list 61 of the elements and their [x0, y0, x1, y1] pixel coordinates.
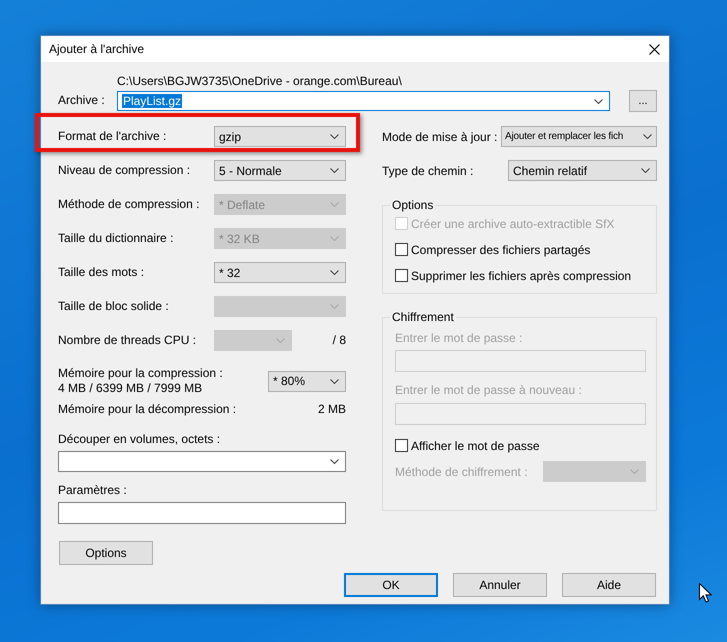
options-button[interactable]: Options — [59, 541, 153, 565]
password-field[interactable] — [395, 403, 646, 425]
group-title: Chiffrement — [391, 310, 455, 324]
dialog-button[interactable]: OK — [344, 573, 438, 597]
field-label: Découper en volumes, octets : — [58, 432, 222, 446]
chevron-icon — [330, 134, 339, 139]
checkbox-label: Supprimer les fichiers après compression — [411, 268, 632, 282]
field-label: Format de l'archive : — [58, 128, 166, 145]
dropdown[interactable]: 5 - Normale — [214, 160, 346, 181]
chevron-icon — [330, 202, 339, 207]
checkbox-label: Afficher le mot de passe — [411, 438, 540, 452]
memory-value: 2 MB — [318, 402, 346, 416]
chevron-icon — [330, 378, 339, 384]
chevron-icon — [330, 168, 339, 173]
chevron-icon — [276, 338, 285, 343]
dropdown[interactable] — [58, 451, 346, 472]
memory-values: 4 MB / 6399 MB / 7999 MB — [58, 381, 204, 396]
chevron-icon — [594, 98, 603, 104]
password-field[interactable] — [395, 350, 646, 372]
field-label: Mémoire pour la compression : — [58, 366, 223, 381]
dialog-button[interactable]: Aide — [562, 573, 656, 597]
field-label: Paramètres : — [58, 483, 128, 497]
chevron-icon — [330, 304, 339, 309]
close-icon[interactable] — [649, 44, 660, 54]
window-title: Ajouter à l'archive — [49, 42, 144, 56]
archive-path: C:\Users\BGJW3735\OneDrive - orange.com\Bureau\ — [117, 75, 403, 88]
field-label: Méthode de compression : — [58, 196, 200, 213]
chevron-icon — [641, 168, 650, 173]
chevron-icon — [630, 469, 639, 474]
dropdown[interactable]: Ajouter et remplacer les fich — [501, 126, 657, 147]
field-label: Taille du dictionnaire : — [58, 230, 174, 247]
field-label: Archive : — [58, 92, 106, 106]
field-label: Méthode de chiffrement : — [395, 464, 528, 478]
chevron-icon — [330, 459, 339, 464]
field-label: Entrer le mot de passe : — [395, 331, 524, 345]
chevron-icon — [330, 270, 339, 275]
field-label: Mode de mise à jour : — [382, 130, 498, 144]
chevron-icon — [330, 236, 339, 241]
field-label: Entrer le mot de passe à nouveau : — [395, 383, 583, 397]
checkbox-label: Créer une archive auto-extractible SfX — [411, 216, 614, 230]
group-title: Options — [391, 198, 434, 212]
dropdown[interactable]: * 80% — [268, 370, 346, 392]
dropdown[interactable]: PlayList.gz — [117, 91, 610, 111]
chevron-icon — [643, 134, 652, 139]
dropdown[interactable]: gzip — [214, 126, 346, 147]
checkbox[interactable] — [395, 269, 408, 282]
field-label: Type de chemin : — [382, 164, 474, 178]
dropdown[interactable]: * 32 — [214, 262, 346, 283]
field-label: Niveau de compression : — [58, 162, 190, 179]
dialog-button[interactable]: Annuler — [453, 573, 547, 597]
field-label: Mémoire pour la décompression : — [58, 402, 236, 416]
thread-count: / 8 — [332, 332, 346, 349]
text-field[interactable] — [58, 502, 346, 524]
field-label: Taille des mots : — [58, 264, 144, 281]
browse-button[interactable]: ... — [629, 90, 657, 112]
checkbox-label: Compresser des fichiers partagés — [411, 242, 590, 256]
mouse-pointer-icon — [699, 583, 712, 603]
field-label: Taille de bloc solide : — [58, 298, 169, 315]
field-label: Nombre de threads CPU : — [58, 332, 196, 349]
dropdown[interactable]: Chemin relatif — [508, 160, 657, 181]
checkbox[interactable] — [395, 243, 408, 256]
